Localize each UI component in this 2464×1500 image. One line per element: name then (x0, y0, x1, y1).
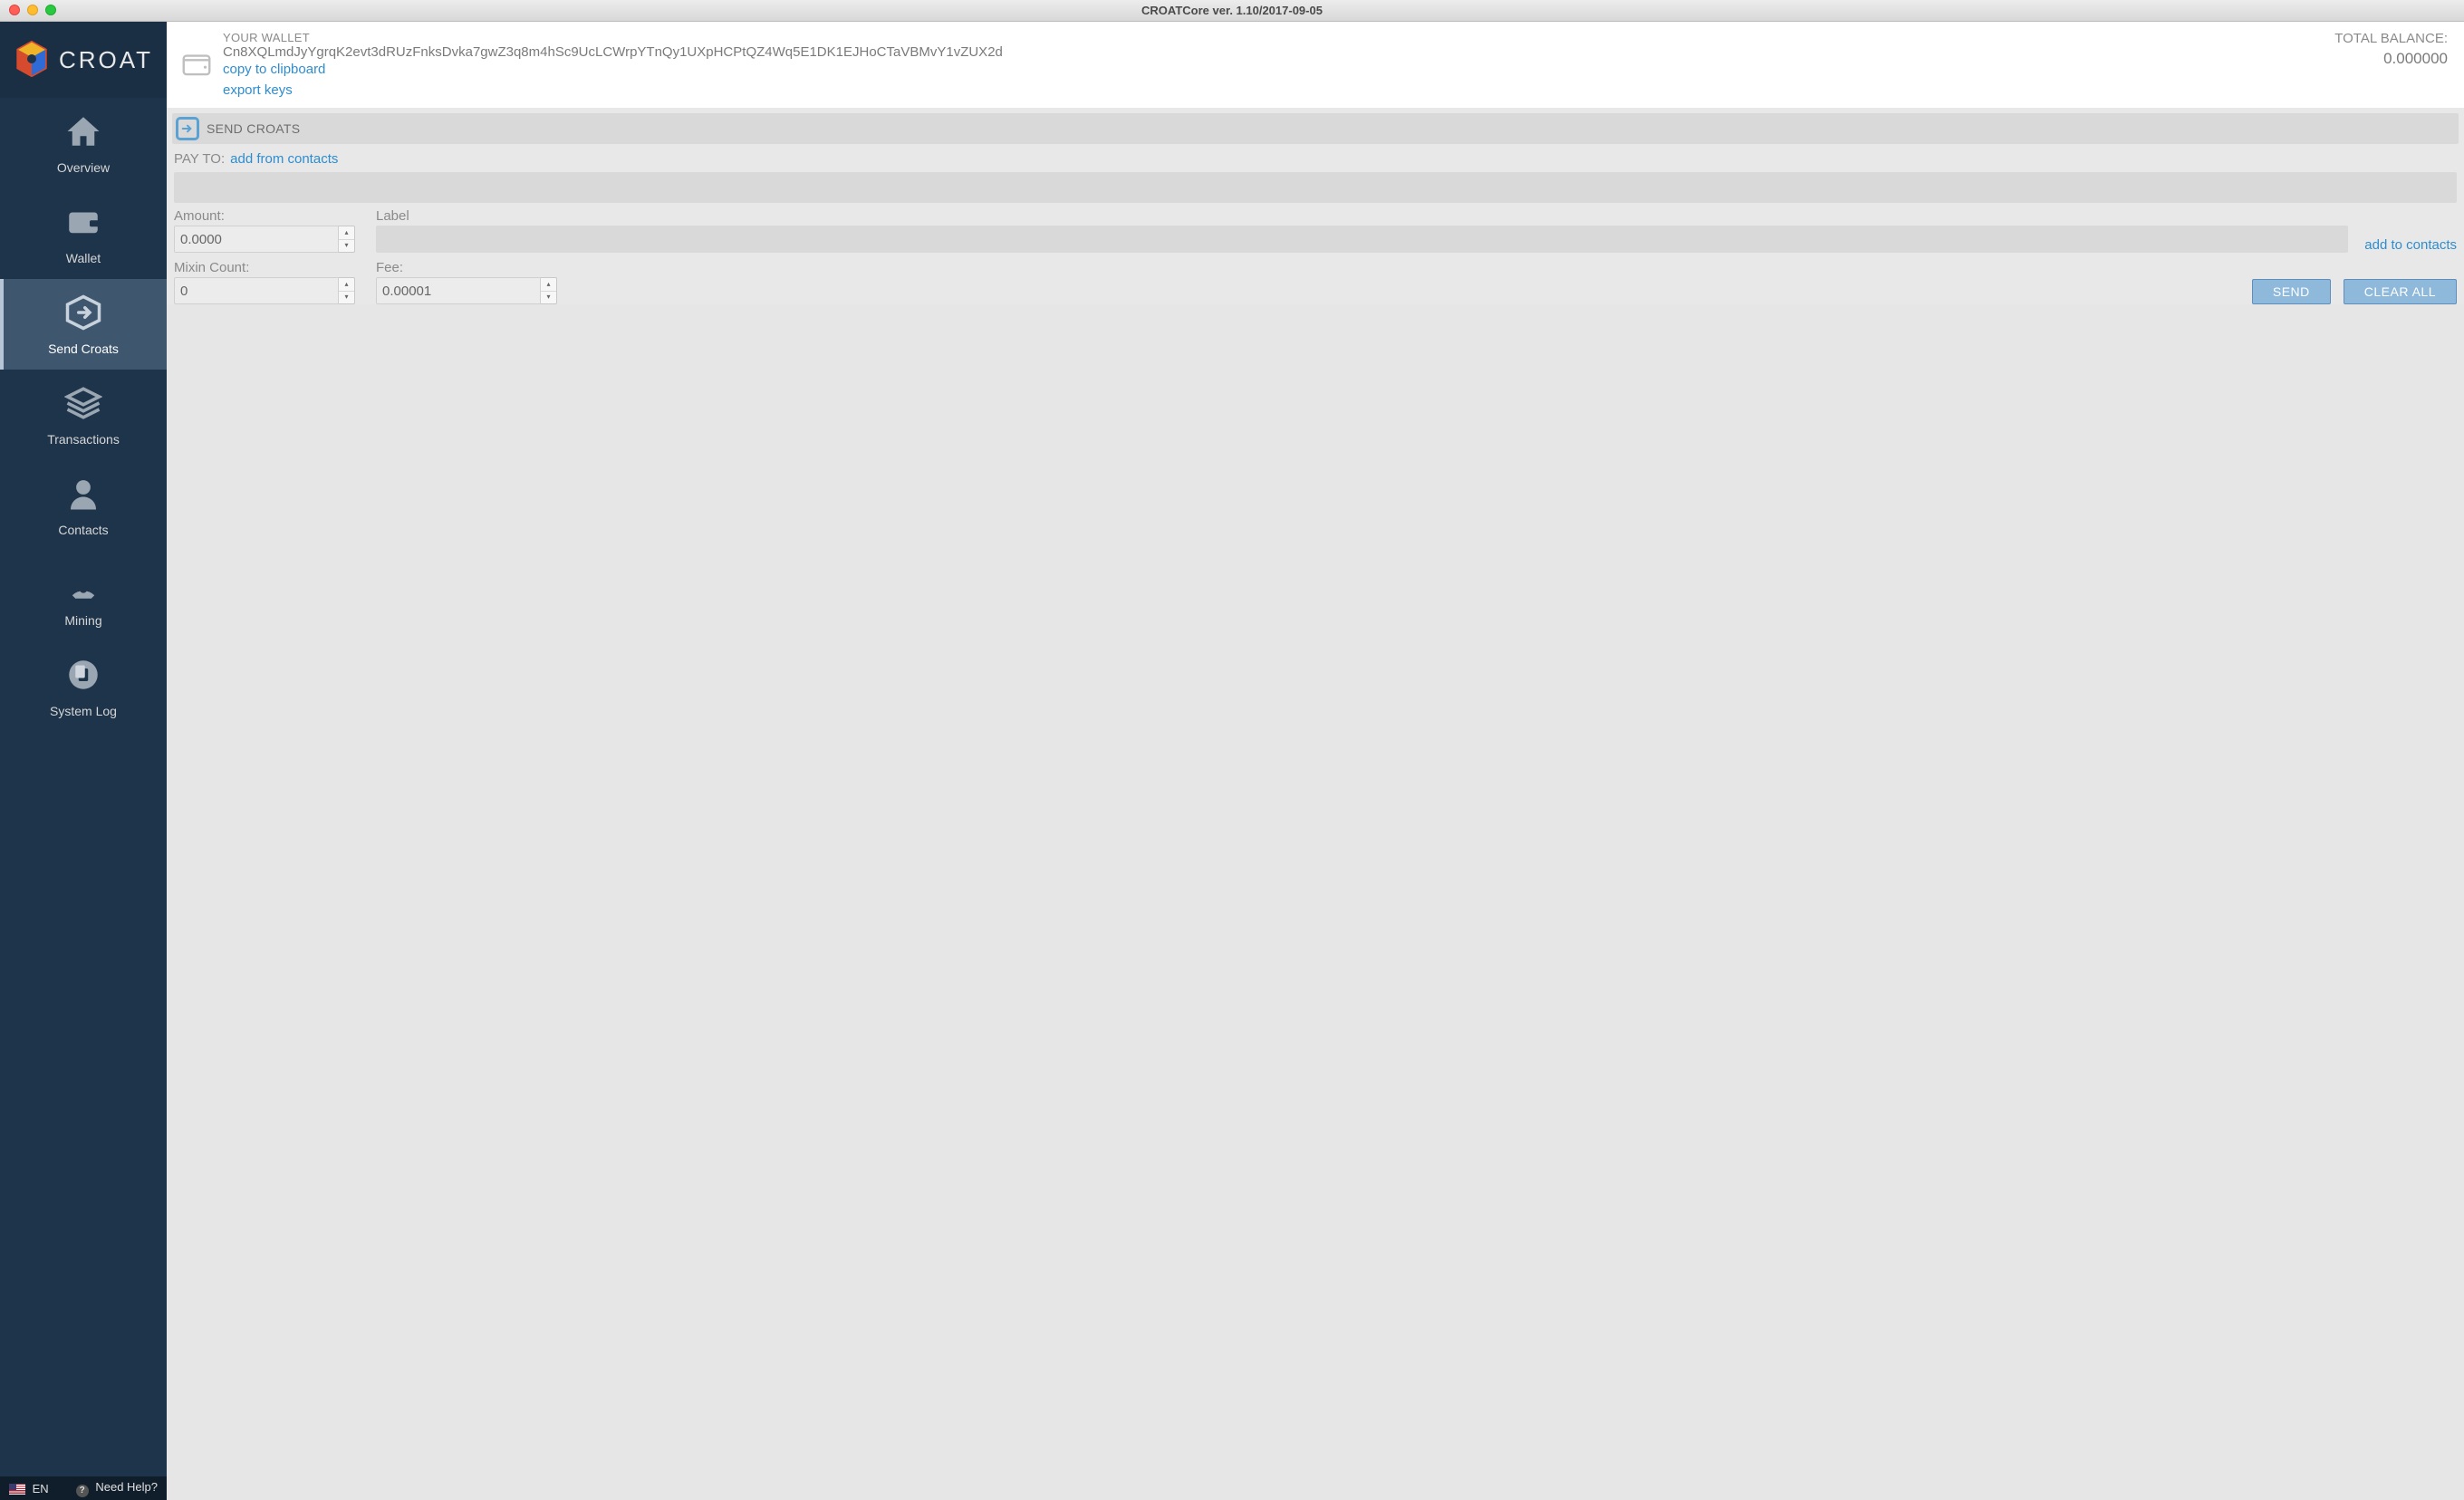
sidebar-item-label: Wallet (66, 251, 101, 265)
wallet-header-icon (179, 31, 214, 84)
section-title: SEND CROATS (207, 121, 300, 136)
sidebar-nav: Overview Wallet Send Croats Transactions (0, 98, 167, 1476)
pay-to-label: PAY TO: (174, 151, 225, 167)
fee-input[interactable] (376, 277, 541, 304)
brand-logo-icon (14, 41, 50, 80)
wallet-label: YOUR WALLET (223, 31, 2325, 44)
copy-clipboard-link[interactable]: copy to clipboard (223, 60, 2325, 81)
layers-icon (64, 384, 102, 425)
sidebar: CROAT Overview Wallet Send Croats (0, 22, 167, 1500)
brand: CROAT (0, 22, 167, 98)
balance-value: 0.000000 (2334, 50, 2448, 68)
send-icon (64, 293, 102, 334)
home-icon (64, 112, 102, 153)
flag-us-icon (9, 1484, 25, 1495)
sidebar-item-label: Transactions (47, 432, 120, 447)
language-switch[interactable]: EN (9, 1482, 49, 1495)
amount-label: Amount: (174, 208, 360, 224)
window-controls (9, 5, 56, 15)
sidebar-item-send-croats[interactable]: Send Croats (0, 279, 167, 370)
language-code: EN (33, 1482, 49, 1495)
sidebar-item-label: System Log (50, 704, 117, 718)
add-to-contacts-link[interactable]: add to contacts (2364, 237, 2457, 253)
send-button[interactable]: SEND (2252, 279, 2331, 304)
zoom-window-button[interactable] (45, 5, 56, 15)
person-icon (64, 475, 102, 515)
sidebar-item-label: Overview (57, 160, 110, 175)
sidebar-item-contacts[interactable]: Contacts (0, 460, 167, 551)
mixin-stepper[interactable]: ▴▾ (339, 277, 355, 304)
wallet-icon (64, 203, 102, 244)
mixin-input[interactable] (174, 277, 339, 304)
sidebar-item-transactions[interactable]: Transactions (0, 370, 167, 460)
minimize-window-button[interactable] (27, 5, 38, 15)
fee-stepper[interactable]: ▴▾ (541, 277, 557, 304)
export-keys-link[interactable]: export keys (223, 81, 2325, 101)
sidebar-item-label: Contacts (58, 523, 108, 537)
log-icon (64, 656, 102, 697)
label-input[interactable] (376, 226, 2348, 253)
sidebar-footer: EN ? Need Help? (0, 1476, 167, 1500)
sidebar-item-label: Send Croats (48, 341, 119, 356)
sidebar-item-wallet[interactable]: Wallet (0, 188, 167, 279)
sidebar-item-label: Mining (64, 613, 101, 628)
sidebar-item-mining[interactable]: Mining (0, 551, 167, 641)
add-from-contacts-link[interactable]: add from contacts (230, 151, 338, 167)
help-link[interactable]: ? Need Help? (76, 1480, 158, 1497)
mining-icon (64, 565, 102, 606)
mixin-label: Mixin Count: (174, 260, 360, 275)
wallet-address: Cn8XQLmdJyYgrqK2evt3dRUzFnksDvka7gwZ3q8m… (223, 44, 2325, 60)
sidebar-item-overview[interactable]: Overview (0, 98, 167, 188)
close-window-button[interactable] (9, 5, 20, 15)
section-header: SEND CROATS (172, 113, 2459, 144)
balance-label: TOTAL BALANCE: (2334, 31, 2448, 46)
fee-label: Fee: (376, 260, 562, 275)
wallet-header: YOUR WALLET Cn8XQLmdJyYgrqK2evt3dRUzFnks… (167, 22, 2464, 108)
window-titlebar: CROATCore ver. 1.10/2017-09-05 (0, 0, 2464, 22)
pay-to-input[interactable] (174, 172, 2457, 203)
clear-all-button[interactable]: CLEAR ALL (2344, 279, 2457, 304)
send-form: PAY TO: add from contacts Amount: ▴▾ Lab… (167, 144, 2464, 304)
label-label: Label (376, 208, 2348, 224)
main-content: YOUR WALLET Cn8XQLmdJyYgrqK2evt3dRUzFnks… (167, 22, 2464, 1500)
amount-stepper[interactable]: ▴▾ (339, 226, 355, 253)
help-icon: ? (76, 1485, 89, 1497)
amount-input[interactable] (174, 226, 339, 253)
sidebar-item-system-log[interactable]: System Log (0, 641, 167, 732)
brand-name: CROAT (59, 46, 153, 74)
window-title: CROATCore ver. 1.10/2017-09-05 (0, 4, 2464, 17)
help-link-label: Need Help? (95, 1480, 158, 1494)
send-section-icon (176, 117, 199, 140)
empty-area (167, 304, 2464, 1500)
